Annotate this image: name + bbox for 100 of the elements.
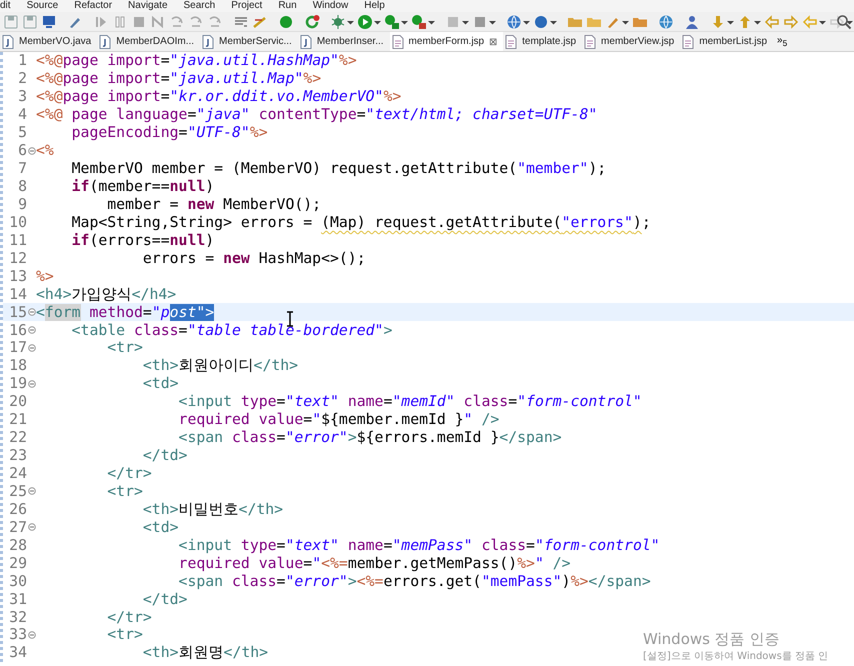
code-line: required value="${member.memId }" />	[178, 411, 500, 428]
line-number: 30	[8, 572, 27, 590]
collapse-icon[interactable]	[28, 344, 36, 352]
collapse-icon[interactable]	[28, 380, 36, 388]
line-number: 34	[8, 644, 27, 662]
code-line: <span class="error"><%=errors.get("memPass")%></span>	[178, 572, 651, 590]
menu-item[interactable]: Source	[26, 0, 58, 12]
line-number: 25	[8, 482, 27, 500]
more-tabs-button[interactable]: »$_{5}$	[777, 35, 788, 48]
code-line: <span class="error">${errors.memId }</span>	[178, 429, 562, 446]
code-line: <%@page import="java.util.Map"%>	[36, 70, 322, 88]
file-icon	[584, 34, 596, 48]
code-line: errors = new HashMap<>();	[142, 250, 366, 267]
code-line: <%	[36, 142, 54, 160]
line-number: 24	[8, 465, 27, 482]
line-number: 10	[8, 214, 27, 231]
menu-item[interactable]: Window	[312, 0, 348, 12]
code-line: if(member==null)	[70, 178, 214, 196]
code-line: <%@ page language="java" contentType="text/html; charset=UTF-8"	[36, 106, 598, 124]
file-icon	[505, 34, 518, 48]
java-file-icon	[99, 34, 112, 48]
editor-tab[interactable]: MemberInser...	[298, 32, 390, 51]
collapse-icon[interactable]	[28, 523, 36, 532]
code-line: <%@page import="kr.or.ddit.vo.MemberVO"%>	[36, 88, 402, 106]
java-file-icon	[300, 34, 312, 48]
editor-tab[interactable]: MemberVO.java	[0, 32, 98, 51]
line-number: 33	[8, 626, 27, 644]
line-number: 4	[17, 106, 27, 124]
line-number: 9	[17, 196, 27, 213]
menu-item[interactable]: Project	[231, 0, 262, 12]
code-line: <tr>	[106, 626, 143, 644]
code-line: <th>회원명</th>	[142, 643, 268, 662]
menu-item[interactable]: Help	[364, 0, 385, 12]
code-line: <%@page import="java.util.HashMap"%>	[36, 52, 357, 70]
code-line: <h4>가입양식</h4>	[36, 284, 176, 304]
code-line: <td>	[142, 375, 179, 392]
run-icon[interactable]	[357, 14, 373, 30]
close-button[interactable]: ⊠	[489, 36, 498, 48]
code-line: <tr>	[106, 482, 143, 500]
editor-tab[interactable]: memberView.jsp	[582, 32, 680, 51]
line-number: 6	[17, 142, 27, 160]
monitor-icon[interactable]	[41, 14, 57, 30]
line-number: 19	[8, 375, 27, 392]
code-line: member = new MemberVO();	[106, 196, 322, 213]
editor-tab[interactable]: template.jsp	[503, 32, 582, 51]
line-number: 13	[8, 268, 27, 285]
editor-tab[interactable]: MemberServic...	[200, 32, 298, 51]
line-number: 18	[8, 357, 27, 374]
code-line: <input type="text" name="memPass" class="form-control"	[178, 536, 660, 554]
code-line: </tr>	[106, 608, 152, 626]
bug-icon[interactable]	[330, 14, 346, 30]
file-icon	[392, 34, 404, 48]
code-line: %>	[36, 268, 54, 285]
code-line: MemberVO member = (MemberVO) request.getAttribute("member");	[70, 160, 606, 178]
code-line: <input type="text" name="memId" class="form-control"	[178, 393, 642, 410]
globe-icon[interactable]	[658, 14, 674, 30]
code-line: <th>비밀번호</th>	[142, 500, 284, 519]
line-number: 14	[8, 286, 27, 303]
run-debug-icon[interactable]	[411, 14, 427, 30]
line-number: 7	[17, 160, 27, 178]
line-number: 16	[8, 322, 27, 339]
line-number: 32	[8, 608, 27, 626]
menu-item[interactable]: Navigate	[128, 0, 168, 12]
code-line: pageEncoding="UTF-8"%>	[70, 124, 268, 142]
line-number: 12	[8, 250, 27, 267]
collapse-icon[interactable]	[28, 487, 36, 496]
search-icon[interactable]	[836, 14, 852, 30]
code-line: </td>	[142, 447, 188, 464]
run-server-icon[interactable]	[384, 14, 400, 30]
line-number: 17	[8, 339, 27, 356]
collapse-icon[interactable]	[28, 308, 36, 316]
activation-message: [설정]으로 이동하여 Windows를 정품 인	[643, 650, 828, 663]
line-number: 26	[8, 500, 27, 518]
collapse-icon[interactable]	[28, 326, 36, 334]
code-line: </tr>	[106, 465, 152, 482]
collapse-icon[interactable]	[28, 146, 36, 155]
menu-item[interactable]: dit	[0, 0, 11, 12]
line-number: 27	[8, 518, 27, 536]
person-icon[interactable]	[684, 14, 700, 30]
code-line: <td>	[142, 518, 179, 536]
line-number: 21	[8, 411, 27, 428]
line-number: 29	[8, 554, 27, 572]
line-number: 8	[17, 178, 27, 196]
refresh-icon[interactable]	[304, 14, 320, 30]
collapse-icon[interactable]	[28, 630, 36, 639]
line-number: 23	[8, 447, 27, 464]
editor-tab[interactable]: MemberDAOIm...	[97, 32, 200, 51]
menu-item[interactable]: Search	[184, 0, 216, 12]
editor-tab[interactable]: memberForm.jsp ⊠	[390, 32, 504, 51]
file-icon	[682, 34, 694, 48]
line-number: 28	[8, 536, 27, 554]
code-line: <tr>	[106, 339, 143, 356]
java-file-icon	[202, 34, 214, 48]
line-number: 5	[17, 124, 27, 142]
line-number: 31	[8, 590, 27, 608]
editor-tab[interactable]: memberList.jsp	[680, 32, 774, 51]
menu-item[interactable]: Refactor	[74, 0, 112, 12]
code-line: </td>	[142, 590, 188, 608]
code-line: required value="<%=member.getMemPass()%>" />	[178, 554, 571, 572]
menu-item[interactable]: Run	[278, 0, 297, 12]
